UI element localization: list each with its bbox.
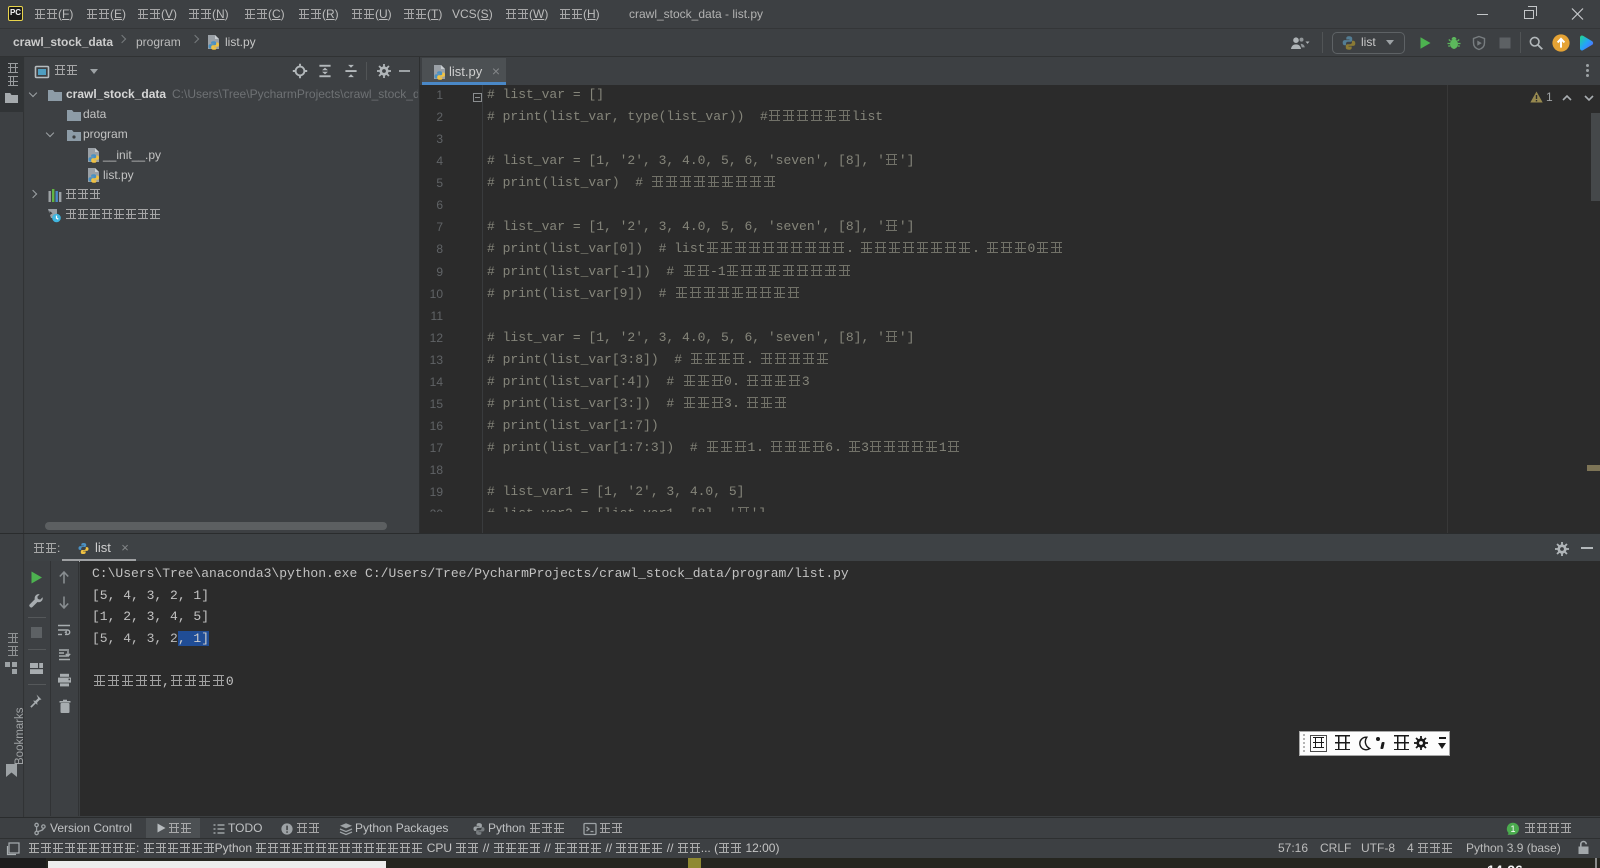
svg-text:1: 1 xyxy=(1511,824,1516,834)
